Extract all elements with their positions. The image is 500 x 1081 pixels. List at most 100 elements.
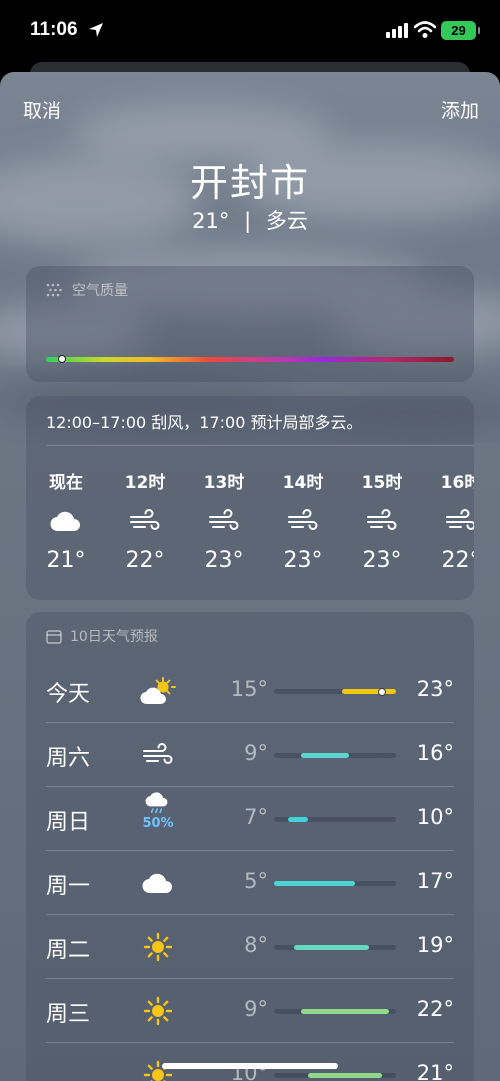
temperature-range-track <box>274 687 396 696</box>
forecast-high: 21° <box>416 1061 454 1081</box>
hourly-divider <box>46 445 474 446</box>
forecast-day: 周二 <box>46 938 91 963</box>
forecast-high: 10° <box>416 805 454 829</box>
hourly-item: 13时 23° <box>184 468 264 573</box>
hourly-item: 15时 23° <box>342 468 422 573</box>
forecast-low: 8° <box>244 933 268 957</box>
temperature-range-bar <box>301 1009 390 1014</box>
air-quality-header: 空气质量 <box>46 280 128 300</box>
temperature-range-bar <box>274 881 356 886</box>
hourly-summary: 12:00–17:00 刮风，17:00 预计局部多云。 <box>46 413 363 432</box>
wind-icon <box>138 735 178 775</box>
sun-icon <box>138 927 178 967</box>
forecast-row[interactable]: 今天 15° 23° <box>26 659 474 723</box>
cloud-icon <box>138 863 178 903</box>
wind-icon <box>342 500 422 542</box>
hourly-forecast-card[interactable]: 12:00–17:00 刮风，17:00 预计局部多云。 现在 21° 12时 22°… <box>26 396 474 600</box>
hourly-time: 现在 <box>49 473 83 493</box>
forecast-row[interactable]: 周日 50% 7° 10° <box>26 787 474 851</box>
temperature-range-track <box>274 945 396 950</box>
battery-level: 29 <box>451 23 466 38</box>
temperature-range-track <box>274 1009 396 1014</box>
status-bar: 11:06 29 <box>0 0 500 62</box>
hourly-temperature: 23° <box>204 548 244 573</box>
forecast-row[interactable]: 10° 21° <box>26 1043 474 1081</box>
hourly-temperature: 22° <box>441 548 475 573</box>
forecast-day: 周六 <box>46 746 91 771</box>
forecast-label: 10日天气预报 <box>70 629 158 645</box>
current-temp-dot <box>378 687 387 696</box>
wifi-icon <box>414 21 436 38</box>
forecast-day: 周一 <box>46 874 91 899</box>
forecast-row[interactable]: 周三 9° 22° <box>26 979 474 1043</box>
cloud-icon <box>26 500 106 542</box>
status-time: 11:06 <box>30 19 78 40</box>
forecast-high: 16° <box>416 741 454 765</box>
temperature-range-bar <box>294 945 369 950</box>
wind-icon <box>184 500 264 542</box>
current-conditions: 21° | 多云 <box>0 205 500 235</box>
air-quality-label: 空气质量 <box>72 283 128 299</box>
home-indicator[interactable] <box>162 1063 338 1069</box>
city-name: 开封市 <box>189 161 310 205</box>
hourly-time: 15时 <box>361 473 403 493</box>
hourly-item: 12时 22° <box>105 468 185 573</box>
forecast-high: 19° <box>416 933 454 957</box>
forecast-header: 10日天气预报 <box>46 626 158 646</box>
air-quality-card[interactable]: 空气质量 <box>26 266 474 382</box>
sun-icon <box>138 991 178 1031</box>
air-quality-icon <box>46 283 62 297</box>
precipitation-chance: 50% <box>142 816 174 831</box>
hourly-temperature: 21° <box>46 548 86 573</box>
temperature-range-bar <box>341 689 396 694</box>
current-condition: 多云 <box>265 209 308 233</box>
forecast-row[interactable]: 周一 5° 17° <box>26 851 474 915</box>
ten-day-forecast-card[interactable]: 10日天气预报 今天 15° 23° 周六 9° 16° 周日 50% 7° 10° 周一 5° 17°… <box>26 612 474 1081</box>
hourly-time: 13时 <box>203 473 245 493</box>
wind-icon <box>263 500 343 542</box>
current-temperature: 21° <box>192 209 230 233</box>
temperature-range-track <box>274 817 396 822</box>
cellular-signal-icon <box>386 23 408 38</box>
forecast-row[interactable]: 周六 9° 16° <box>26 723 474 787</box>
hourly-time: 12时 <box>124 473 166 493</box>
temperature-range-track <box>274 881 396 886</box>
hourly-temperature: 23° <box>362 548 402 573</box>
current-separator: | <box>244 209 252 233</box>
forecast-row[interactable]: 周二 8° 19° <box>26 915 474 979</box>
calendar-icon <box>46 629 62 644</box>
cancel-button[interactable]: 取消 <box>23 96 61 123</box>
rain-icon: 50% <box>138 791 178 831</box>
forecast-low: 5° <box>244 869 268 893</box>
location-arrow-icon <box>89 23 103 37</box>
forecast-high: 22° <box>416 997 454 1021</box>
forecast-day: 周三 <box>46 1002 91 1027</box>
forecast-high: 23° <box>416 677 454 701</box>
hourly-time: 16时 <box>440 473 474 493</box>
hourly-temperature: 22° <box>125 548 165 573</box>
battery-indicator: 29 <box>441 21 480 40</box>
forecast-low: 15° <box>230 677 268 701</box>
temperature-range-track <box>274 1073 396 1078</box>
forecast-low: 9° <box>244 997 268 1021</box>
forecast-day: 周日 <box>46 810 91 835</box>
temperature-range-bar <box>287 817 308 822</box>
hourly-item: 16时 22° <box>421 468 474 573</box>
wind-icon <box>421 500 474 542</box>
weather-preview-sheet: 取消 添加 开封市 21° | 多云 空气质量 12:00–17:00 刮风，1… <box>0 72 500 1081</box>
forecast-low: 9° <box>244 741 268 765</box>
temperature-range-track <box>274 753 396 758</box>
partly-sunny-icon <box>138 671 178 711</box>
forecast-day: 今天 <box>46 682 91 707</box>
hourly-time: 14时 <box>282 473 324 493</box>
temperature-range-bar <box>307 1073 383 1078</box>
forecast-low: 7° <box>244 805 268 829</box>
wind-icon <box>105 500 185 542</box>
hourly-temperature: 23° <box>283 548 323 573</box>
add-button[interactable]: 添加 <box>441 96 479 123</box>
hourly-item: 现在 21° <box>26 468 106 573</box>
air-quality-scale-bar <box>46 357 454 362</box>
forecast-high: 17° <box>416 869 454 893</box>
temperature-range-bar <box>301 753 349 758</box>
hourly-item: 14时 23° <box>263 468 343 573</box>
